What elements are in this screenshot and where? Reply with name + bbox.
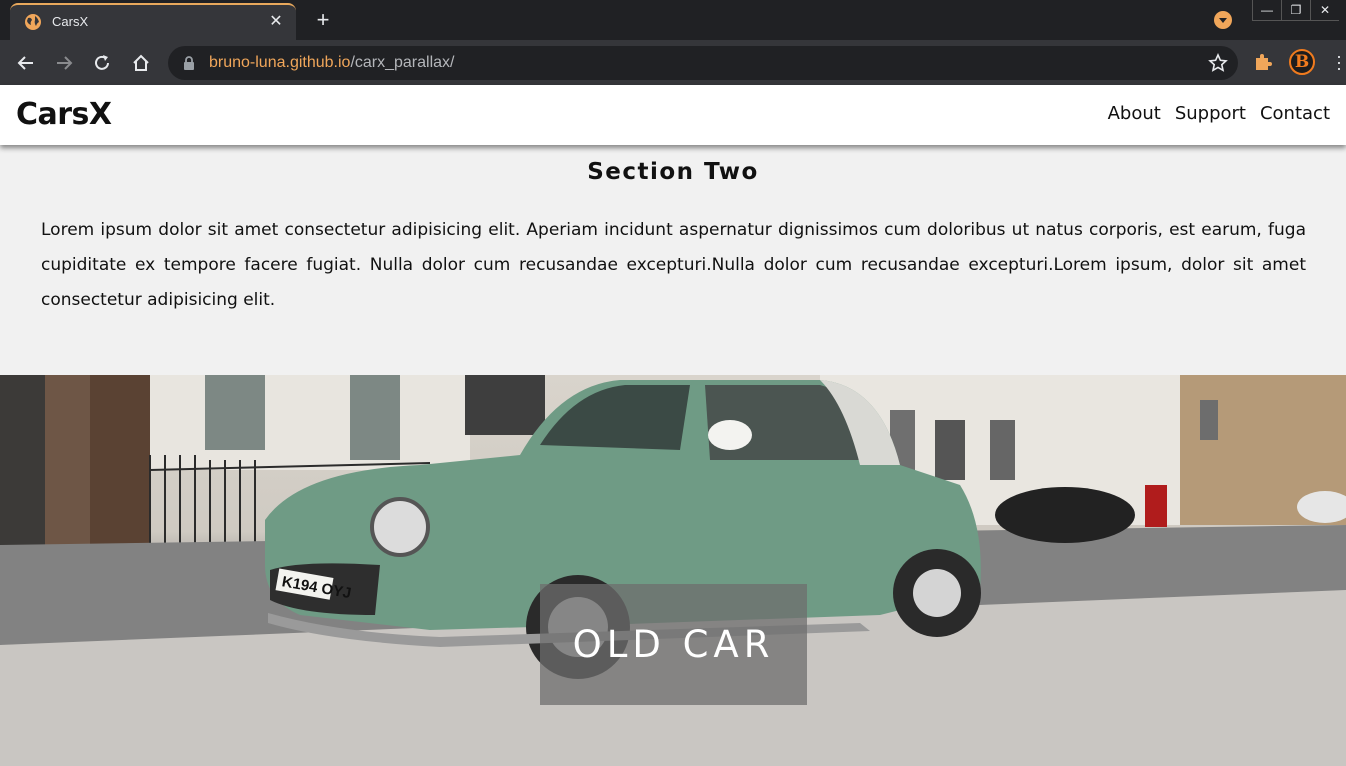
- tab-title: CarsX: [52, 14, 89, 29]
- hero-label: OLD CAR: [540, 584, 807, 705]
- browser-tab-bar: CarsX ✕ + — ❐ ✕: [0, 0, 1346, 40]
- back-arrow-icon[interactable]: [14, 51, 38, 75]
- url-text: bruno-luna.github.io/carx_parallax/: [209, 54, 454, 72]
- site-logo[interactable]: CarsX: [16, 97, 112, 132]
- browser-tab[interactable]: CarsX ✕: [10, 3, 296, 40]
- site-header: CarsX About Support Contact: [0, 85, 1346, 145]
- window-controls: — ❐ ✕: [1252, 0, 1339, 22]
- old-car-photo: K194 OYJ: [0, 375, 1346, 766]
- restore-button[interactable]: ❐: [1281, 0, 1310, 21]
- address-bar[interactable]: bruno-luna.github.io/carx_parallax/: [168, 46, 1238, 80]
- forward-arrow-icon[interactable]: [52, 51, 76, 75]
- minimize-button[interactable]: —: [1252, 0, 1281, 21]
- browser-toolbar: bruno-luna.github.io/carx_parallax/ B · ·…: [0, 40, 1346, 85]
- nav-link-support[interactable]: Support: [1175, 103, 1246, 124]
- section-title: Section Two: [587, 159, 759, 185]
- puzzle-icon[interactable]: [1252, 51, 1274, 73]
- home-icon[interactable]: [129, 51, 153, 75]
- reload-icon[interactable]: [90, 51, 114, 75]
- star-icon[interactable]: [1208, 53, 1228, 73]
- url-path: /carx_parallax/: [350, 54, 455, 71]
- kebab-menu-icon[interactable]: · · ·: [1332, 47, 1346, 77]
- section-two: Section Two Lorem ipsum dolor sit amet c…: [0, 145, 1346, 375]
- site-nav: About Support Contact: [1108, 103, 1330, 124]
- url-host: bruno-luna.github.io: [209, 54, 351, 71]
- hero-parallax-image: K194 OYJ OLD CAR: [0, 375, 1346, 766]
- nav-link-contact[interactable]: Contact: [1260, 103, 1330, 124]
- lock-icon: [184, 56, 194, 70]
- close-tab-icon[interactable]: ✕: [266, 12, 286, 32]
- tab-search-icon[interactable]: [1214, 11, 1232, 29]
- section-body-text: Lorem ipsum dolor sit amet consectetur a…: [41, 220, 1306, 310]
- close-window-button[interactable]: ✕: [1310, 0, 1339, 21]
- globe-icon: [25, 14, 41, 30]
- extension-b-icon[interactable]: B: [1289, 49, 1315, 75]
- new-tab-button[interactable]: +: [312, 9, 334, 31]
- nav-link-about[interactable]: About: [1108, 103, 1161, 124]
